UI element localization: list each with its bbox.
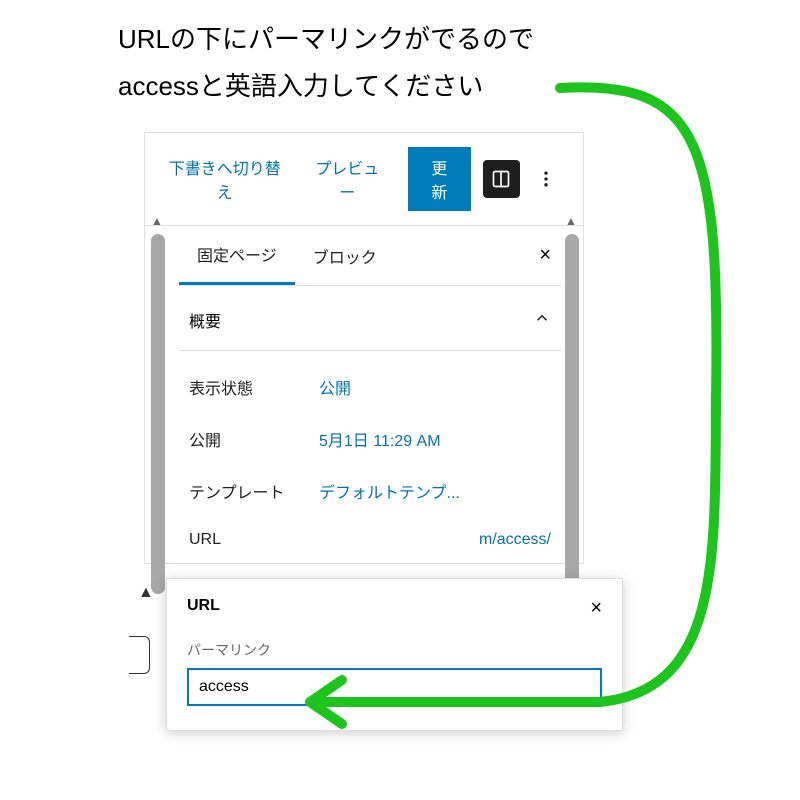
url-row: URL m/access/ [189, 517, 551, 563]
url-label: URL [189, 531, 319, 549]
more-options-icon[interactable] [528, 160, 565, 198]
right-scrollbar[interactable] [565, 234, 579, 594]
overview-title: 概要 [189, 308, 221, 332]
close-sidebar-icon[interactable]: × [529, 228, 561, 283]
close-popup-icon[interactable]: × [590, 597, 602, 620]
tab-block[interactable]: ブロック [295, 228, 395, 284]
template-row: テンプレート デフォルトテンプ... [189, 465, 551, 517]
instruction-line1: URLの下にパーマリンクがでるので [118, 16, 534, 63]
url-value[interactable]: m/access/ [479, 531, 551, 549]
publish-value[interactable]: 5月1日 11:29 AM [319, 427, 441, 451]
sidebar-tabs: 固定ページ ブロック × [179, 226, 561, 286]
editor-sidebar: 下書きへ切り替え プレビュー 更新 固定ページ ブロック × 概要 表示状態 公… [144, 132, 584, 564]
template-value[interactable]: デフォルトテンプ... [319, 479, 460, 503]
visibility-row: 表示状態 公開 [189, 361, 551, 413]
switch-to-draft-button[interactable]: 下書きへ切り替え [163, 155, 287, 203]
publish-label: 公開 [189, 427, 319, 451]
settings-panel-icon[interactable] [483, 160, 520, 198]
url-popup-header: URL × [187, 597, 602, 620]
decorative-triangle-icon: ▲ [138, 584, 154, 602]
url-popup-title: URL [187, 597, 220, 620]
left-scrollbar[interactable] [151, 234, 165, 594]
sidebar-panel: 固定ページ ブロック × 概要 表示状態 公開 公開 5月1日 11:29 AM… [145, 226, 583, 563]
publish-row: 公開 5月1日 11:29 AM [189, 413, 551, 465]
template-label: テンプレート [189, 479, 319, 503]
preview-button[interactable]: プレビュー [309, 155, 386, 203]
editor-header: 下書きへ切り替え プレビュー 更新 [145, 133, 583, 226]
overview-section-header[interactable]: 概要 [179, 286, 561, 351]
instruction-line2: accessと英語入力してください [118, 63, 534, 110]
chevron-up-icon [533, 309, 551, 332]
visibility-value[interactable]: 公開 [319, 375, 351, 399]
permalink-input[interactable] [187, 668, 602, 706]
instruction-text: URLの下にパーマリンクがでるので accessと英語入力してください [118, 16, 534, 110]
update-button[interactable]: 更新 [408, 147, 471, 211]
tab-page[interactable]: 固定ページ [179, 226, 295, 285]
decorative-bracket [129, 636, 150, 674]
overview-rows: 表示状態 公開 公開 5月1日 11:29 AM テンプレート デフォルトテンプ… [179, 351, 561, 563]
url-popup: URL × パーマリンク [166, 578, 623, 731]
visibility-label: 表示状態 [189, 375, 319, 399]
permalink-label: パーマリンク [187, 640, 602, 660]
